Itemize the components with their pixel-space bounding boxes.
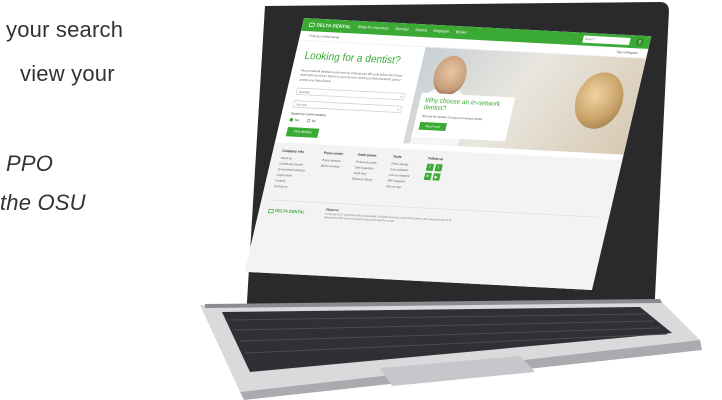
footer-link[interactable]: Tooth fairy (353, 171, 375, 176)
footer-link[interactable]: Community benefit (279, 162, 307, 167)
radio-yes[interactable]: Yes (289, 118, 300, 122)
footer-col-follow: Follow us f t in ▶ (419, 157, 444, 198)
find-dentists-button[interactable]: Find dentists (285, 127, 320, 139)
footer-link[interactable]: Protect my smile (356, 160, 378, 165)
facebook-icon[interactable]: f (425, 163, 434, 172)
footer-link[interactable]: Contact us (274, 184, 302, 189)
footer-link[interactable]: Grin! magazine (354, 166, 376, 171)
chevron-down-icon: ▾ (397, 107, 400, 112)
footer-col-company: Company info About us Community benefit … (273, 150, 309, 192)
footer-link[interactable]: About us (280, 156, 308, 161)
footer-link[interactable]: Careers (275, 179, 303, 184)
radio-yes-label: Yes (293, 118, 300, 122)
footer-brand-name: DELTA DENTAL (274, 208, 306, 215)
laptop-screen: DELTA DENTAL Shop for insurance Member D… (244, 8, 672, 308)
radio-no[interactable]: No (306, 118, 317, 123)
footer-link[interactable]: RFP assistant (387, 179, 408, 184)
nav-member[interactable]: Member (395, 27, 409, 32)
footer-link[interactable]: Get our app (386, 184, 407, 189)
laptop: DELTA DENTAL Shop for insurance Member D… (0, 0, 722, 400)
youtube-icon[interactable]: ▶ (432, 173, 441, 181)
radio-selected-icon (289, 118, 294, 122)
footer-col-title: Tools (392, 155, 402, 160)
site-footer: Company info About us Community benefit … (244, 142, 623, 290)
linkedin-icon[interactable]: in (423, 172, 432, 181)
search-input[interactable]: Search (582, 35, 631, 46)
footer-columns: Company info About us Community benefit … (273, 150, 611, 207)
page-title: Looking for a dentist? (303, 49, 402, 67)
sign-in-register-link[interactable]: Sign in/Register (616, 50, 638, 55)
plan-select-label: Your plan (295, 102, 308, 107)
search-description: Find in-network dentists in your area by… (298, 68, 403, 83)
footer-link[interactable]: Join our network (388, 173, 409, 178)
social-links: f t in ▶ (423, 163, 443, 181)
footer-about: About us © Copyright 2017 Delta Dental P… (323, 208, 459, 227)
specialty-select[interactable]: Specialty ▾ (295, 87, 406, 101)
footer-col-title: Smile power (357, 153, 377, 159)
nav-shop-insurance[interactable]: Shop for insurance (357, 25, 389, 31)
footer-bottom: DELTA DENTAL About us © Copyright 2017 D… (266, 199, 600, 234)
plan-select[interactable]: Your plan ▾ (292, 100, 403, 113)
delta-logo-icon (308, 22, 316, 28)
hero-section: Looking for a dentist? Find in-network d… (276, 41, 647, 155)
footer-col-title: Company info (281, 149, 305, 155)
footer-link[interactable]: Government relations (278, 167, 306, 172)
brand-logo[interactable]: DELTA DENTAL (308, 22, 352, 30)
promo-image-panel: Why choose an in-network dentist? Here a… (403, 47, 647, 155)
brand-name: DELTA DENTAL (315, 22, 352, 30)
search-icon[interactable]: ⚲ (635, 38, 645, 46)
footer-col-press: Press center Press releases Media contac… (315, 151, 344, 193)
promo-title: Why choose an in-network dentist? (422, 96, 502, 113)
read-more-button[interactable]: Read more (418, 121, 448, 131)
dentist-photo (429, 55, 471, 97)
dentist-search-panel: Looking for a dentist? Find in-network d… (276, 41, 425, 144)
patient-photo (569, 71, 630, 130)
delta-logo-icon (267, 208, 275, 214)
promo-card: Why choose an in-network dentist? Here a… (411, 92, 516, 142)
footer-link[interactable]: Legal center (276, 173, 304, 178)
website-page: DELTA DENTAL Shop for insurance Member D… (244, 18, 652, 290)
footer-link[interactable]: Resource library (352, 177, 374, 182)
radio-unselected-icon (306, 118, 311, 123)
footer-col-tools: Tools Find a dentist Cost estimator Join… (384, 155, 414, 196)
footer-col-smile: Smile power Protect my smile Grin! magaz… (349, 154, 379, 195)
footer-col-title: Follow us (427, 157, 444, 162)
promo-description: Here are the benefits of using an in-net… (421, 114, 484, 121)
footer-logo[interactable]: DELTA DENTAL (267, 205, 306, 219)
nav-broker[interactable]: Broker (455, 30, 467, 35)
footer-col-title: Press center (323, 151, 344, 157)
footer-link[interactable]: Press releases (322, 158, 342, 163)
footer-link[interactable]: Media contacts (320, 164, 340, 169)
find-your-delta-link[interactable]: Find your Delta Dental (309, 34, 340, 39)
specialty-select-label: Specialty (298, 89, 311, 94)
footer-link[interactable]: Cost estimator (390, 167, 411, 172)
nav-dentist[interactable]: Dentist (415, 28, 427, 33)
nav-employer[interactable]: Employer (433, 29, 450, 34)
footer-link[interactable]: Find a dentist (391, 162, 412, 167)
chevron-down-icon: ▾ (400, 95, 403, 99)
radio-no-label: No (311, 118, 317, 123)
twitter-icon[interactable]: t (434, 164, 443, 172)
